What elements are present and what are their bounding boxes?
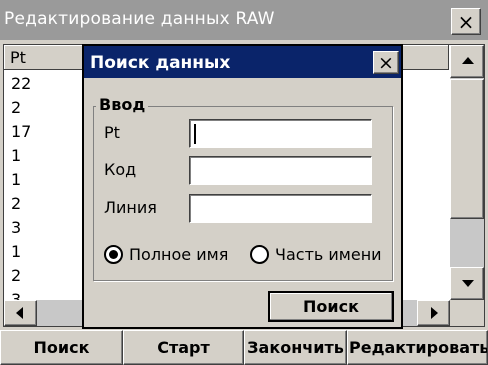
pt-field[interactable] bbox=[189, 119, 372, 148]
vertical-scrollbar[interactable] bbox=[450, 45, 484, 300]
list-item[interactable]: 17 bbox=[11, 124, 31, 140]
column-header-label: Pt bbox=[10, 48, 26, 67]
finish-button[interactable]: Закончить bbox=[244, 330, 347, 365]
input-group-label: Ввод bbox=[96, 95, 149, 114]
dialog-title: Поиск данных bbox=[90, 53, 231, 73]
finish-button-label: Закончить bbox=[247, 338, 344, 357]
edit-button[interactable]: Редактировать bbox=[347, 330, 488, 365]
text-caret bbox=[194, 124, 196, 144]
list-item[interactable]: 1 bbox=[11, 148, 21, 164]
search-button[interactable]: Поиск bbox=[0, 330, 123, 365]
window-title: Редактирование данных RAW bbox=[4, 9, 275, 29]
line-field[interactable] bbox=[189, 194, 372, 223]
line-label: Линия bbox=[104, 198, 157, 217]
arrow-up-icon bbox=[462, 57, 474, 64]
list-item[interactable]: 22 bbox=[11, 76, 31, 92]
scroll-right-button[interactable] bbox=[417, 300, 450, 326]
part-name-radio[interactable] bbox=[250, 245, 269, 264]
full-name-radio[interactable] bbox=[104, 245, 123, 264]
pt-label: Pt bbox=[104, 123, 120, 142]
list-item[interactable]: 1 bbox=[11, 172, 21, 188]
list-item[interactable]: 3 bbox=[11, 220, 21, 236]
search-dialog: Поиск данных × Ввод Pt Код Линия Полное … bbox=[82, 44, 403, 329]
arrow-left-icon bbox=[16, 307, 23, 319]
list-item[interactable]: 2 bbox=[11, 268, 21, 284]
dialog-close-button[interactable]: × bbox=[373, 51, 399, 74]
scroll-down-button[interactable] bbox=[450, 267, 484, 300]
code-label: Код bbox=[104, 160, 137, 179]
edit-button-label: Редактировать bbox=[349, 338, 488, 357]
scrollbar-corner bbox=[450, 300, 484, 326]
dialog-search-button[interactable]: Поиск bbox=[268, 291, 394, 322]
arrow-down-icon bbox=[462, 280, 474, 287]
code-field[interactable] bbox=[189, 156, 372, 185]
vertical-scroll-thumb[interactable] bbox=[450, 79, 484, 219]
window-close-button[interactable]: × bbox=[451, 8, 481, 35]
close-icon: × bbox=[457, 9, 475, 34]
dialog-titlebar: Поиск данных × bbox=[84, 46, 401, 78]
list-item[interactable]: 2 bbox=[11, 100, 21, 116]
start-button[interactable]: Старт bbox=[123, 330, 244, 365]
list-item[interactable]: 2 bbox=[11, 196, 21, 212]
dialog-search-button-label: Поиск bbox=[303, 297, 359, 316]
scroll-up-button[interactable] bbox=[450, 45, 484, 78]
window-titlebar: Редактирование данных RAW × bbox=[0, 0, 488, 40]
part-name-label[interactable]: Часть имени bbox=[275, 245, 382, 264]
arrow-right-icon bbox=[431, 307, 438, 319]
search-button-label: Поиск bbox=[33, 338, 90, 357]
start-button-label: Старт bbox=[157, 338, 210, 357]
close-icon: × bbox=[378, 51, 394, 74]
scroll-left-button[interactable] bbox=[4, 300, 37, 326]
full-name-label[interactable]: Полное имя bbox=[129, 245, 228, 264]
bottom-toolbar: Поиск Старт Закончить Редактировать bbox=[0, 330, 488, 365]
list-item[interactable]: 1 bbox=[11, 244, 21, 260]
